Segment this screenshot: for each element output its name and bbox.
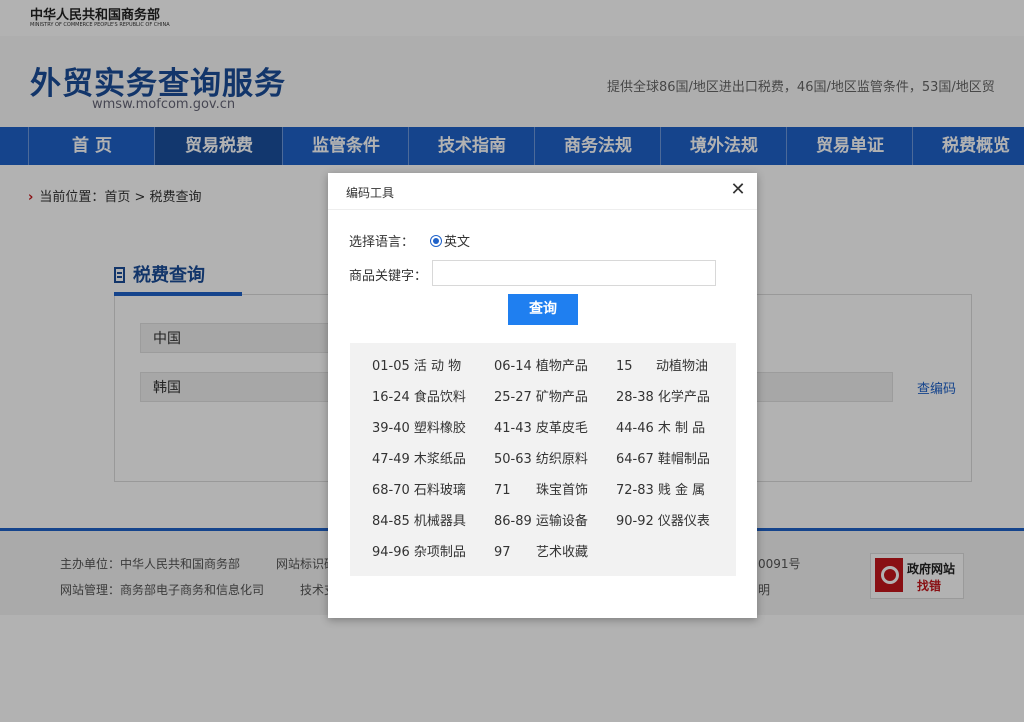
keyword-input[interactable] — [432, 260, 716, 286]
category-item[interactable]: 44-46 木 制 品 — [616, 419, 705, 439]
category-item[interactable]: 01-05 活 动 物 — [372, 357, 461, 377]
category-name: 塑料橡胶 — [413, 421, 466, 436]
category-code: 68-70 — [372, 483, 410, 498]
category-code: 72-83 — [616, 483, 654, 498]
category-item[interactable]: 84-85 机械器具 — [372, 512, 466, 532]
language-option-label: 英文 — [444, 235, 471, 250]
category-code: 47-49 — [372, 452, 410, 467]
category-item[interactable]: 90-92 仪器仪表 — [616, 512, 710, 532]
category-name: 木浆纸品 — [413, 452, 466, 467]
language-radio-english[interactable]: 英文 — [430, 231, 470, 250]
category-name: 化学产品 — [657, 390, 710, 405]
query-button[interactable]: 查询 — [508, 294, 578, 325]
category-code: 41-43 — [494, 421, 532, 436]
category-name: 食品饮料 — [413, 390, 466, 405]
category-item[interactable]: 72-83 贱 金 属 — [616, 481, 705, 501]
category-code: 25-27 — [494, 390, 532, 405]
radio-checked-icon[interactable] — [430, 235, 442, 247]
category-name: 石料玻璃 — [413, 483, 466, 498]
category-item[interactable]: 39-40 塑料橡胶 — [372, 419, 466, 439]
category-name: 艺术收藏 — [536, 545, 589, 560]
close-icon[interactable]: ✕ — [728, 180, 748, 200]
category-item[interactable]: 06-14 植物产品 — [494, 357, 588, 377]
category-item[interactable]: 64-67 鞋帽制品 — [616, 450, 710, 470]
language-label: 选择语言： — [349, 235, 415, 250]
category-code: 71 — [494, 483, 511, 498]
category-item[interactable]: 28-38 化学产品 — [616, 388, 710, 408]
category-name: 杂项制品 — [413, 545, 466, 560]
category-name: 矿物产品 — [535, 390, 588, 405]
category-code: 64-67 — [616, 452, 654, 467]
category-item[interactable]: 68-70 石料玻璃 — [372, 481, 466, 501]
category-item[interactable]: 47-49 木浆纸品 — [372, 450, 466, 470]
category-item[interactable]: 94-96 杂项制品 — [372, 543, 466, 563]
category-item[interactable]: 50-63 纺织原料 — [494, 450, 588, 470]
category-code: 28-38 — [616, 390, 654, 405]
category-code: 44-46 — [616, 421, 654, 436]
category-item[interactable]: 41-43 皮革皮毛 — [494, 419, 588, 439]
category-code: 06-14 — [494, 359, 532, 374]
category-name: 木 制 品 — [657, 421, 706, 436]
keyword-label: 商品关键字： — [349, 269, 428, 284]
category-name: 皮革皮毛 — [535, 421, 588, 436]
category-name: 运输设备 — [535, 514, 588, 529]
category-code: 84-85 — [372, 514, 410, 529]
category-item[interactable]: 15 动植物油 — [616, 357, 708, 377]
category-code: 86-89 — [494, 514, 532, 529]
category-code: 50-63 — [494, 452, 532, 467]
category-item[interactable]: 16-24 食品饮料 — [372, 388, 466, 408]
category-item[interactable]: 97 艺术收藏 — [494, 543, 588, 563]
dialog-header: 编码工具 ✕ — [328, 173, 757, 210]
category-name: 贱 金 属 — [657, 483, 706, 498]
category-code: 97 — [494, 545, 511, 560]
category-panel: 01-05 活 动 物 06-14 植物产品 15 动植物油 16-24 食品饮料… — [350, 343, 736, 576]
category-code: 16-24 — [372, 390, 410, 405]
category-code: 15 — [616, 359, 633, 374]
category-name: 机械器具 — [413, 514, 466, 529]
category-item[interactable]: 71 珠宝首饰 — [494, 481, 588, 501]
category-name: 植物产品 — [535, 359, 588, 374]
category-name: 纺织原料 — [535, 452, 588, 467]
code-tool-dialog: 编码工具 ✕ 选择语言： 英文 商品关键字： 查询 01-05 活 动 物 06… — [328, 173, 757, 618]
category-name: 珠宝首饰 — [536, 483, 589, 498]
category-name: 活 动 物 — [413, 359, 462, 374]
category-code: 39-40 — [372, 421, 410, 436]
dialog-title: 编码工具 — [346, 186, 395, 200]
category-item[interactable]: 86-89 运输设备 — [494, 512, 588, 532]
category-name: 仪器仪表 — [657, 514, 710, 529]
category-name: 鞋帽制品 — [657, 452, 710, 467]
category-code: 90-92 — [616, 514, 654, 529]
category-name: 动植物油 — [656, 359, 709, 374]
category-item[interactable]: 25-27 矿物产品 — [494, 388, 588, 408]
category-code: 94-96 — [372, 545, 410, 560]
category-code: 01-05 — [372, 359, 410, 374]
